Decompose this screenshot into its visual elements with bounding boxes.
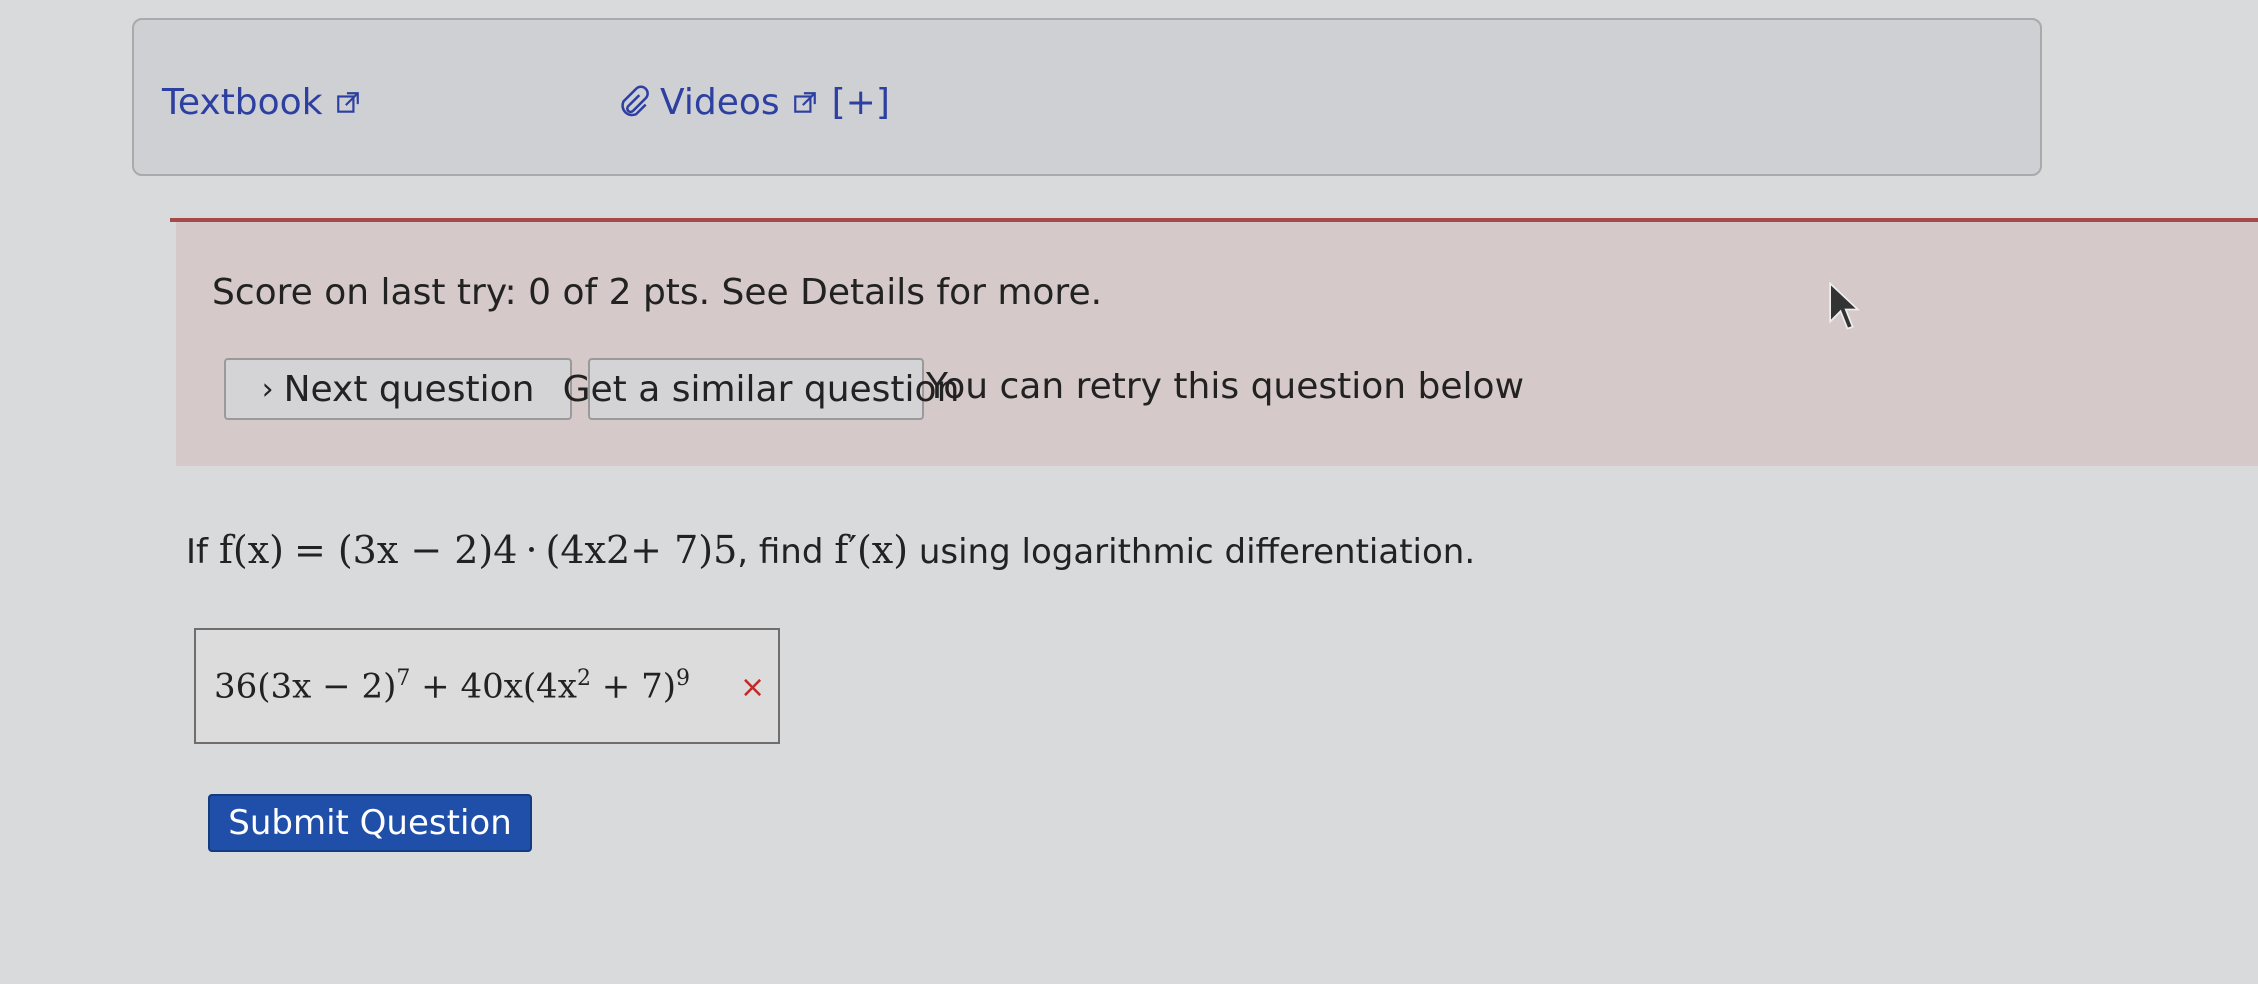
videos-label[interactable]: Videos — [660, 82, 780, 123]
equals-sign: = — [293, 528, 326, 572]
question-suffix: using logarithmic differentiation. — [918, 532, 1476, 572]
external-link-icon — [336, 91, 359, 113]
question-middle: , find — [737, 532, 824, 572]
similar-question-button[interactable]: Get a similar question — [563, 358, 959, 420]
mouse-cursor-icon — [1829, 281, 1861, 330]
score-message: Score on last try: 0 of 2 pts. See Detai… — [212, 272, 1103, 313]
textbook-link[interactable]: Textbook — [162, 82, 361, 123]
factor-a: (3x − 2) — [337, 528, 494, 572]
videos-link[interactable]: Videos [+] — [614, 82, 890, 123]
question-prompt: If f(x) = (3x − 2) 4 · (4x 2 + 7) 5 , find … — [186, 528, 1475, 572]
expand-videos-link[interactable]: [+] — [832, 82, 890, 123]
incorrect-icon: × — [740, 670, 766, 705]
chevron-right-icon: › — [261, 371, 274, 407]
answer-part-3: + 7) — [590, 666, 676, 707]
textbook-label[interactable]: Textbook — [162, 82, 323, 123]
answer-part-1: 36(3x − 2) — [214, 666, 397, 707]
question-prefix: If — [186, 532, 208, 572]
factor-b-end: + 7) — [630, 528, 714, 572]
answer-exponent-1: 7 — [396, 666, 411, 691]
score-panel: Score on last try: 0 of 2 pts. See Detai… — [176, 222, 2258, 466]
factor-b-start: (4x — [545, 528, 606, 572]
paperclip-icon — [621, 85, 649, 116]
next-question-label: Next question — [283, 368, 535, 410]
submit-question-button[interactable]: Submit Question — [208, 794, 532, 852]
similar-question-label: Get a similar question — [562, 368, 960, 410]
next-question-button[interactable]: › Next question — [224, 358, 572, 420]
answer-input[interactable]: 36(3x − 2)7 + 40x(4x2 + 7)9 × — [194, 628, 780, 744]
exponent-b-inner: 2 — [605, 528, 631, 572]
exponent-b: 5 — [713, 528, 738, 572]
derivative-target: f′(x) — [834, 528, 909, 572]
external-link-icon — [793, 91, 816, 113]
multiply-dot: · — [525, 528, 538, 572]
answer-exponent-2: 2 — [576, 666, 591, 691]
answer-exponent-3: 9 — [675, 666, 690, 691]
function-name: f(x) — [218, 528, 284, 572]
help-resources-box: Textbook Videos [+] — [132, 18, 2042, 176]
answer-expression: 36(3x − 2)7 + 40x(4x2 + 7)9 — [214, 666, 690, 706]
answer-part-2: + 40x(4x — [410, 666, 577, 707]
retry-message: You can retry this question below — [926, 366, 1525, 407]
exponent-a: 4 — [493, 528, 518, 572]
